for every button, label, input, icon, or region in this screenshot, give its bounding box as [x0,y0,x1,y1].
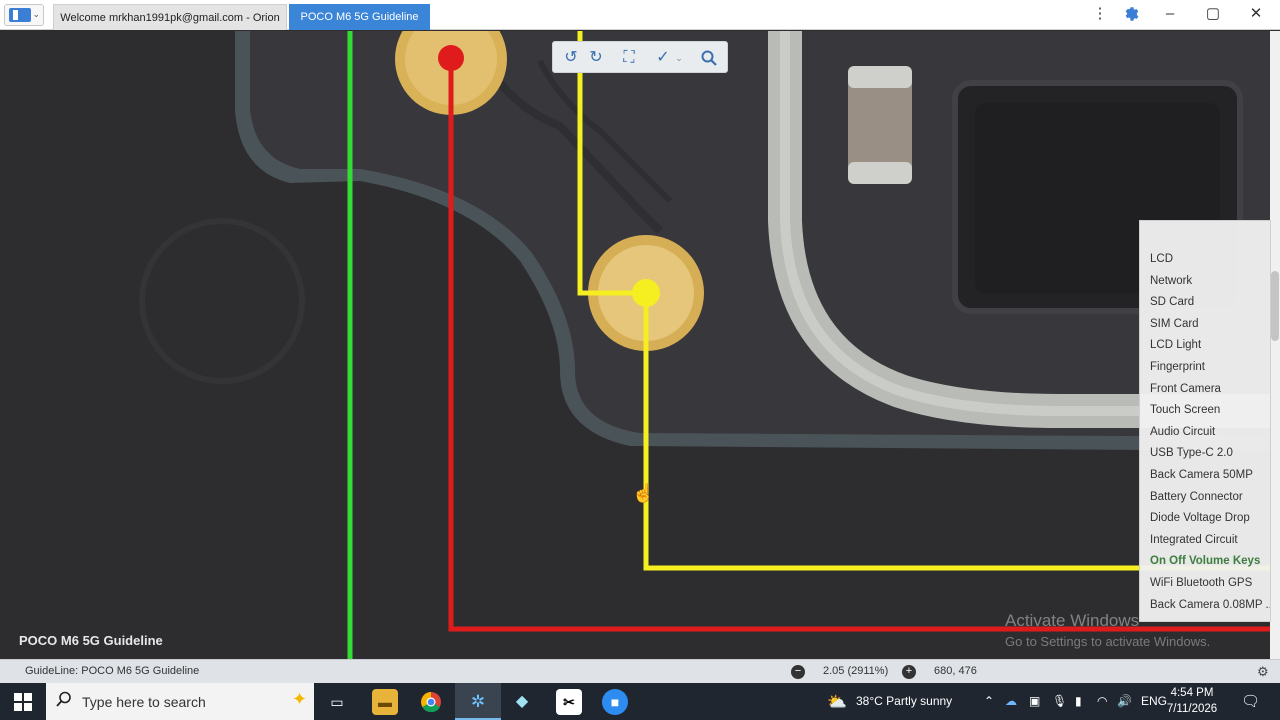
video-call-icon[interactable]: ■ [602,689,628,715]
menu-item[interactable]: Back Camera 50MP [1140,465,1270,487]
notifications-icon[interactable]: 🗨 [1241,692,1260,710]
guideline-title: POCO M6 5G Guideline [19,633,163,648]
clock-time: 4:54 PM [1170,687,1214,699]
menu-item[interactable]: Battery Connector [1140,487,1270,509]
chevron-down-icon[interactable]: ⌄ [667,46,691,70]
status-bar: GuideLine: POCO M6 5G Guideline − 2.05 (… [0,659,1280,683]
tab-welcome[interactable]: Welcome mrkhan1991pk@gmail.com - Orion [53,4,287,30]
tab-guideline[interactable]: POCO M6 5G Guideline [289,4,430,30]
maximize-button[interactable]: ▢ [1198,2,1228,26]
fit-screen-icon[interactable]: ⛶ [617,46,641,70]
vertical-scrollbar[interactable] [1270,31,1280,659]
menu-item[interactable]: LCD [1140,249,1270,271]
zoom-out-icon[interactable]: − [791,665,805,679]
menu-item[interactable]: Audio Circuit [1140,422,1270,444]
menu-item[interactable]: SIM Card [1140,314,1270,336]
search-placeholder: Type here to search [82,694,206,710]
close-button[interactable]: ✕ [1241,2,1271,26]
menu-item[interactable]: Touch Screen [1140,400,1270,422]
taskbar-active-app[interactable]: ✲ [455,683,501,720]
volume-icon[interactable]: 🔊 [1117,694,1132,708]
app-window: ⌄ Welcome mrkhan1991pk@gmail.com - Orion… [0,0,1280,720]
activate-windows-title: Activate Windows [1005,611,1140,630]
start-button[interactable] [0,683,46,720]
menu-item[interactable]: LCD Light [1140,335,1270,357]
cursor-coordinates: 680, 476 [934,665,977,677]
minimize-button[interactable]: – [1155,2,1185,26]
menu-item[interactable]: Fingerprint [1140,357,1270,379]
chrome-icon[interactable] [418,689,444,715]
activate-windows-subtitle: Go to Settings to activate Windows. [1005,634,1211,649]
task-view-icon[interactable]: ▭ [324,689,350,715]
image-viewer[interactable]: ↺ ↻ ⛶ ✓ ⌄ POCO M6 5G Guideline Activate … [0,31,1280,659]
app-logo-icon [9,8,31,22]
menu-item[interactable]: Integrated Circuit [1140,530,1270,552]
app-menu-button[interactable]: ⌄ [4,4,44,26]
menu-item[interactable]: SD Card [1140,292,1270,314]
hand-cursor-icon: ☝ [632,483,655,503]
microphone-icon[interactable]: 🎙 [1052,694,1067,708]
weather-icon[interactable]: ⛅ [827,692,847,712]
wifi-icon[interactable]: ◠ [1097,694,1107,708]
chevron-down-icon: ⌄ [32,9,40,19]
zoom-level: 2.05 (2911%) [823,665,889,677]
zoom-icon[interactable] [697,46,721,70]
view-toolbar: ↺ ↻ ⛶ ✓ ⌄ [552,41,728,73]
rotate-left-icon[interactable]: ↺ [559,46,583,70]
more-options-icon[interactable]: ⋮ [1085,2,1115,26]
menu-item[interactable]: Diode Voltage Drop [1140,508,1270,530]
weather-text[interactable]: 38°C Partly sunny [856,694,952,708]
status-settings-icon[interactable]: ⚙ [1257,664,1269,680]
battery-icon[interactable]: ▮ [1075,694,1082,708]
notes-app-icon[interactable]: ◆ [509,689,535,715]
search-icon [56,691,72,712]
onedrive-icon[interactable]: ☁ [1005,694,1017,708]
guideline-menu: LCD Network SD Card SIM Card LCD Light F… [1139,220,1271,622]
title-bar: ⌄ Welcome mrkhan1991pk@gmail.com - Orion… [0,0,1280,30]
settings-gear-icon[interactable] [1117,2,1147,26]
windows-logo-icon [14,693,32,711]
status-guideline-label: GuideLine: POCO M6 5G Guideline [25,665,200,677]
zoom-in-icon[interactable]: + [902,665,916,679]
rotate-right-icon[interactable]: ↻ [584,46,608,70]
menu-item[interactable]: WiFi Bluetooth GPS [1140,573,1270,595]
clock-date: 7/11/2026 [1166,703,1218,715]
scrollbar-thumb[interactable] [1271,271,1279,341]
file-explorer-icon[interactable]: ▬ [372,689,398,715]
menu-item[interactable]: Front Camera [1140,379,1270,401]
orion-app-icon: ✲ [470,692,486,711]
menu-item[interactable]: Network [1140,271,1270,293]
meet-icon[interactable]: ▣ [1029,694,1040,708]
menu-item-active[interactable]: On Off Volume Keys [1140,551,1270,573]
menu-item[interactable]: Back Camera 0.08MP ... [1140,595,1270,617]
taskbar: Type here to search ✦ ▭ ▬ ✲ ◆ ✂ ■ ⛅ 38°C… [0,683,1280,720]
menu-item[interactable]: USB Type-C 2.0 [1140,443,1270,465]
tray-chevron-up-icon[interactable]: ⌃ [984,694,994,708]
taskbar-search-box[interactable]: Type here to search ✦ [46,683,314,720]
capcut-icon[interactable]: ✂ [556,689,582,715]
sparkle-icon: ✦ [292,689,308,709]
pcb-image [0,31,1280,659]
clock[interactable]: 4:54 PM 7/11/2026 [1160,685,1224,717]
